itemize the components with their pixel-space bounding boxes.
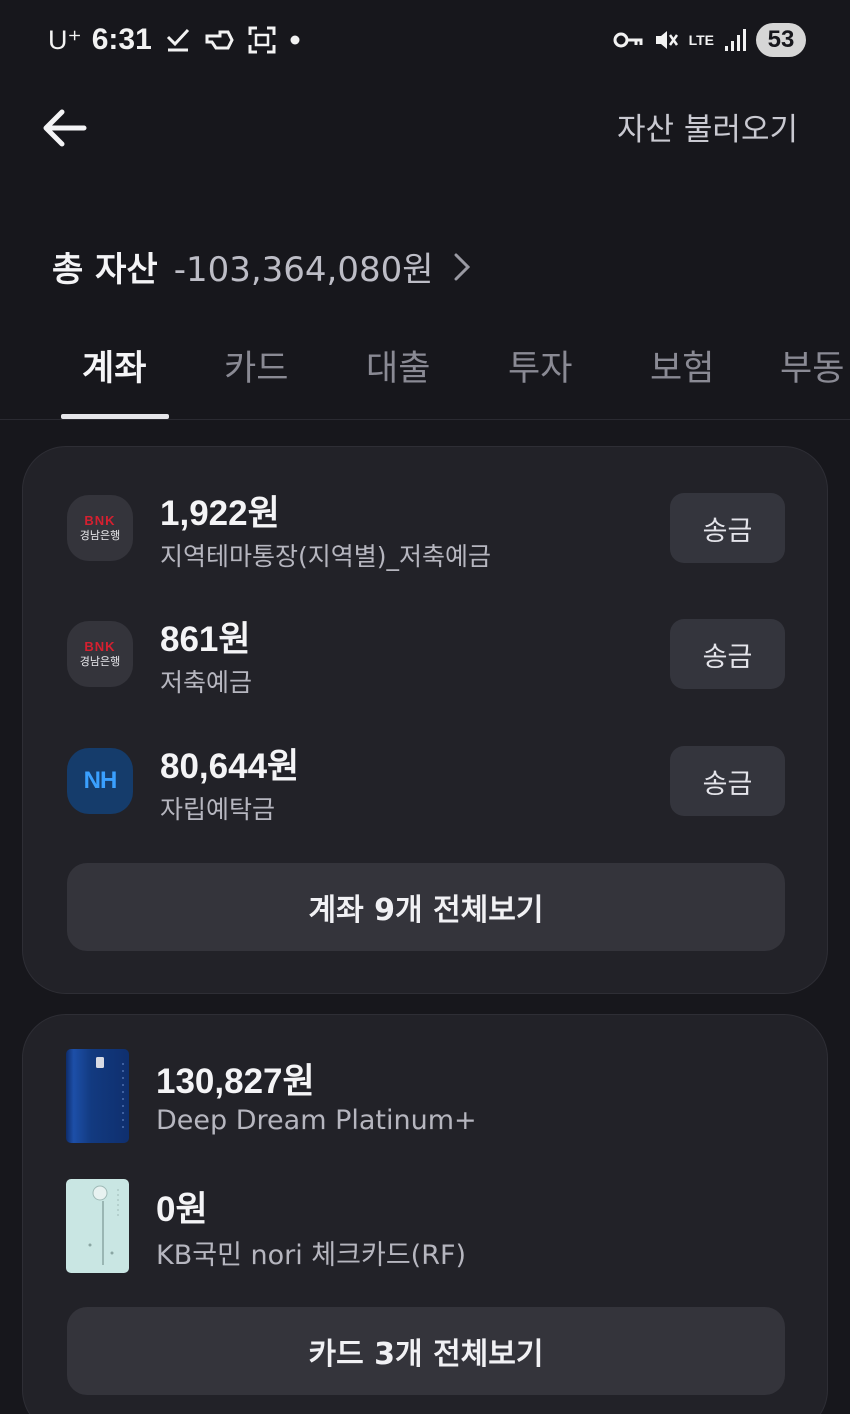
import-assets-button[interactable]: 자산 불러오기 xyxy=(617,104,798,149)
bank-logo-sub: 경남은행 xyxy=(79,529,121,542)
bank-logo-sub: 경남은행 xyxy=(79,655,121,668)
bank-logo-mark: BNK xyxy=(84,639,116,654)
status-bar-right: LTE 53 xyxy=(603,22,806,58)
account-row[interactable]: BNK 경남은행 861원 저축예금 송금 xyxy=(23,607,829,717)
check-icon xyxy=(166,27,190,53)
back-button[interactable] xyxy=(36,100,92,156)
card-row[interactable]: 0원 KB국민 nori 체크카드(RF) xyxy=(23,1173,829,1283)
transfer-button[interactable]: 송금 xyxy=(670,493,785,563)
total-assets-label: 총 자산 xyxy=(52,250,158,290)
cards-panel: 130,827원 Deep Dream Platinum+ 0원 KB국민 no… xyxy=(22,1014,828,1414)
account-balance: 80,644원 xyxy=(160,747,300,786)
arrow-left-icon xyxy=(43,109,87,147)
tab-investments[interactable]: 투자 xyxy=(508,340,572,391)
asset-tabs: 계좌 카드 대출 투자 보험 부동 xyxy=(0,330,850,420)
account-name: 자립예탁금 xyxy=(160,795,276,824)
status-bar: U⁺ 6:31 LTE 53 xyxy=(0,0,850,80)
chevron-right-icon xyxy=(454,253,470,281)
tab-real-estate[interactable]: 부동 xyxy=(780,340,844,391)
card-amount: 130,827원 xyxy=(156,1062,315,1101)
card-row[interactable]: 130,827원 Deep Dream Platinum+ xyxy=(23,1045,829,1155)
tab-insurance[interactable]: 보험 xyxy=(650,340,714,391)
active-tab-indicator xyxy=(61,414,169,419)
bank-logo-mark: NH xyxy=(83,767,118,794)
account-balance: 1,922원 xyxy=(160,494,280,533)
lte-icon: LTE xyxy=(689,33,714,47)
key-icon xyxy=(613,30,643,50)
battery-indicator: 53 xyxy=(756,23,806,57)
tab-loans[interactable]: 대출 xyxy=(366,340,430,391)
card-amount: 0원 xyxy=(156,1190,208,1229)
clock: 6:31 xyxy=(91,23,152,56)
transfer-button[interactable]: 송금 xyxy=(670,619,785,689)
total-assets-value: -103,364,080원 xyxy=(173,250,434,290)
total-assets-row[interactable]: 총 자산 -103,364,080원 xyxy=(52,242,470,291)
account-balance: 861원 xyxy=(160,620,251,659)
hand-pointer-icon xyxy=(204,28,234,52)
transfer-button[interactable]: 송금 xyxy=(670,746,785,816)
mute-icon xyxy=(653,27,679,53)
carrier-label: U⁺ xyxy=(48,24,82,55)
tab-cards[interactable]: 카드 xyxy=(224,340,288,391)
lte-label: LTE xyxy=(688,32,714,48)
notification-dot-icon xyxy=(290,35,300,45)
asset-screen: U⁺ 6:31 LTE 53 자산 불러오기 총 자산 -103,364,080… xyxy=(0,0,850,1414)
screenshot-icon xyxy=(248,26,276,54)
bnk-bank-logo: BNK 경남은행 xyxy=(67,621,133,687)
signal-icon xyxy=(724,28,746,52)
account-name: 지역테마통장(지역별)_저축예금 xyxy=(160,542,492,571)
nh-bank-logo: NH xyxy=(67,748,133,814)
credit-card-image xyxy=(66,1049,129,1143)
view-all-accounts-button[interactable]: 계좌 9개 전체보기 xyxy=(67,863,785,951)
account-row[interactable]: NH 80,644원 자립예탁금 송금 xyxy=(23,734,829,844)
tab-accounts[interactable]: 계좌 xyxy=(82,340,146,391)
bank-logo-mark: BNK xyxy=(84,513,116,528)
card-name: KB국민 nori 체크카드(RF) xyxy=(156,1240,467,1271)
accounts-panel: BNK 경남은행 1,922원 지역테마통장(지역별)_저축예금 송금 BNK … xyxy=(22,446,828,994)
status-bar-left: U⁺ 6:31 xyxy=(48,22,300,58)
check-card-image xyxy=(66,1179,129,1273)
view-all-cards-button[interactable]: 카드 3개 전체보기 xyxy=(67,1307,785,1395)
account-row[interactable]: BNK 경남은행 1,922원 지역테마통장(지역별)_저축예금 송금 xyxy=(23,481,829,591)
card-name: Deep Dream Platinum+ xyxy=(156,1105,477,1136)
bnk-bank-logo: BNK 경남은행 xyxy=(67,495,133,561)
account-name: 저축예금 xyxy=(160,668,253,697)
